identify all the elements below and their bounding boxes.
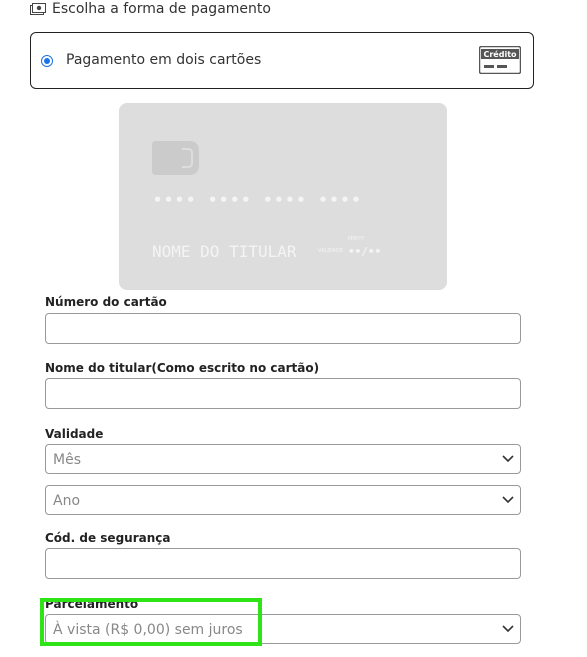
validity-label: Validade xyxy=(45,427,104,441)
year-select[interactable]: Ano xyxy=(45,485,521,515)
month-select-value: Mês xyxy=(53,452,81,468)
card-holder-preview: NOME DO TITULAR xyxy=(152,242,297,261)
installments-highlight-box xyxy=(40,598,262,646)
holder-name-label: Nome do titular(Como escrito no cartão) xyxy=(45,361,320,375)
holder-name-input[interactable] xyxy=(45,378,521,409)
chevron-down-icon xyxy=(502,455,514,463)
card-number-input[interactable] xyxy=(45,313,521,344)
card-valid-preview: ••/•• xyxy=(348,245,382,258)
card-preview: •••• •••• •••• •••• NOME DO TITULAR VALI… xyxy=(119,103,447,290)
chip-icon xyxy=(152,141,199,175)
credit-card-icon: Crédito xyxy=(479,46,521,74)
card-valid-label: VALIDADE xyxy=(318,248,343,254)
card-number-label: Número do cartão xyxy=(45,295,167,309)
month-select[interactable]: Mês xyxy=(45,444,521,474)
payment-option-radio[interactable] xyxy=(41,55,53,67)
chevron-down-icon xyxy=(502,496,514,504)
year-select-value: Ano xyxy=(53,493,81,509)
credit-badge-label: Crédito xyxy=(483,49,517,59)
chevron-down-icon xyxy=(502,625,514,633)
payment-option-label: Pagamento em dois cartões xyxy=(66,52,262,68)
security-code-input[interactable] xyxy=(45,548,521,579)
card-number-preview: •••• •••• •••• •••• xyxy=(153,191,363,209)
money-icon xyxy=(30,2,46,15)
section-header: Escolha a forma de pagamento xyxy=(30,1,271,17)
card-valid-format: MM/YY xyxy=(348,236,365,242)
payment-option-two-cards[interactable]: Pagamento em dois cartões Crédito xyxy=(30,32,534,89)
security-code-label: Cód. de segurança xyxy=(45,531,171,545)
section-title: Escolha a forma de pagamento xyxy=(52,1,271,17)
